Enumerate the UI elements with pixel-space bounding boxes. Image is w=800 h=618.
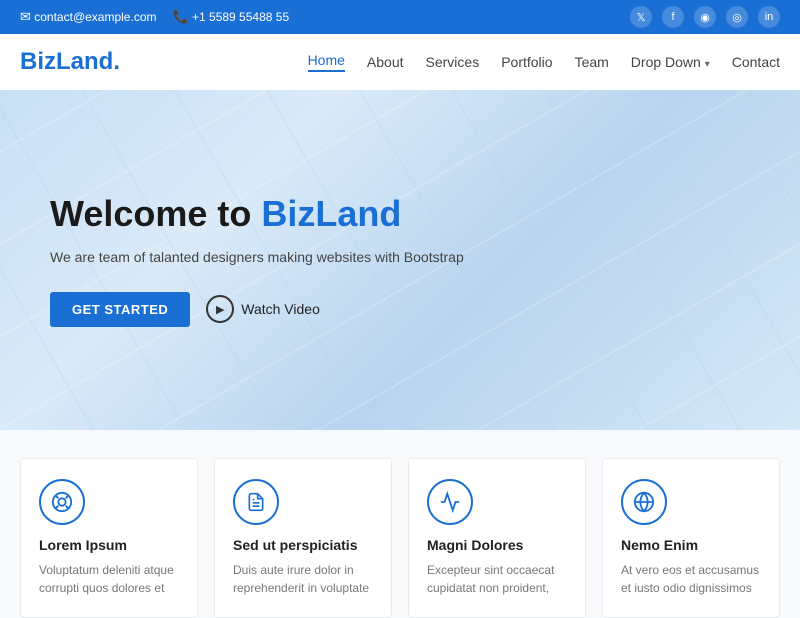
card-1-icon	[39, 479, 85, 525]
card-4: Nemo Enim At vero eos et accusamus et iu…	[602, 458, 780, 618]
card-3: Magni Dolores Excepteur sint occaecat cu…	[408, 458, 586, 618]
dropdown-arrow-icon: ▾	[705, 59, 710, 70]
card-2-icon	[233, 479, 279, 525]
email-icon: ✉	[20, 9, 31, 24]
card-2: Sed ut perspiciatis Duis aute irure dolo…	[214, 458, 392, 618]
header: BizLand. Home About Services Portfolio T…	[0, 34, 800, 90]
social-links: 𝕏 f ◉ ◎ in	[630, 6, 780, 28]
facebook-icon[interactable]: f	[662, 6, 684, 28]
watch-video-button[interactable]: ▶ Watch Video	[206, 295, 320, 323]
twitter-icon[interactable]: 𝕏	[630, 6, 652, 28]
hero-section: Welcome to BizLand We are team of talant…	[0, 90, 800, 430]
nav-home[interactable]: Home	[308, 52, 345, 72]
get-started-button[interactable]: GET STARTED	[50, 292, 190, 327]
phone-icon: 📞	[172, 9, 188, 24]
cards-section: Lorem Ipsum Voluptatum deleniti atque co…	[0, 430, 800, 618]
nav-about[interactable]: About	[367, 54, 404, 70]
hero-title-highlight: BizLand	[261, 193, 401, 234]
phone-contact: 📞 +1 5589 55488 55	[172, 9, 289, 25]
nav-team[interactable]: Team	[575, 54, 609, 70]
logo: BizLand.	[20, 48, 120, 76]
top-bar: ✉ contact@example.com 📞 +1 5589 55488 55…	[0, 0, 800, 34]
phone-text: +1 5589 55488 55	[192, 10, 289, 24]
linkedin-icon[interactable]: in	[758, 6, 780, 28]
card-4-title: Nemo Enim	[621, 537, 761, 553]
card-1-text: Voluptatum deleniti atque corrupti quos …	[39, 561, 179, 597]
chat-icon[interactable]: ◎	[726, 6, 748, 28]
hero-actions: GET STARTED ▶ Watch Video	[50, 292, 464, 327]
nav-portfolio[interactable]: Portfolio	[501, 54, 552, 70]
hero-subtitle: We are team of talanted designers making…	[50, 247, 464, 268]
top-bar-contact: ✉ contact@example.com 📞 +1 5589 55488 55	[20, 9, 289, 25]
card-2-title: Sed ut perspiciatis	[233, 537, 373, 553]
card-4-icon	[621, 479, 667, 525]
logo-text: BizLand	[20, 48, 113, 75]
play-icon: ▶	[206, 295, 234, 323]
email-text: contact@example.com	[34, 10, 156, 24]
card-3-icon	[427, 479, 473, 525]
logo-dot: .	[113, 48, 120, 75]
nav-contact[interactable]: Contact	[732, 54, 780, 70]
nav-dropdown[interactable]: Drop Down ▾	[631, 54, 710, 70]
watch-video-label: Watch Video	[241, 301, 320, 317]
card-4-text: At vero eos et accusamus et iusto odio d…	[621, 561, 761, 597]
main-nav: Home About Services Portfolio Team Drop …	[308, 52, 780, 72]
card-1: Lorem Ipsum Voluptatum deleniti atque co…	[20, 458, 198, 618]
card-3-text: Excepteur sint occaecat cupidatat non pr…	[427, 561, 567, 597]
email-contact: ✉ contact@example.com	[20, 9, 156, 25]
card-3-title: Magni Dolores	[427, 537, 567, 553]
hero-content: Welcome to BizLand We are team of talant…	[0, 193, 514, 326]
nav-services[interactable]: Services	[426, 54, 480, 70]
instagram-icon[interactable]: ◉	[694, 6, 716, 28]
hero-title-plain: Welcome to	[50, 193, 261, 234]
card-1-title: Lorem Ipsum	[39, 537, 179, 553]
hero-title: Welcome to BizLand	[50, 193, 464, 234]
card-2-text: Duis aute irure dolor in reprehenderit i…	[233, 561, 373, 597]
